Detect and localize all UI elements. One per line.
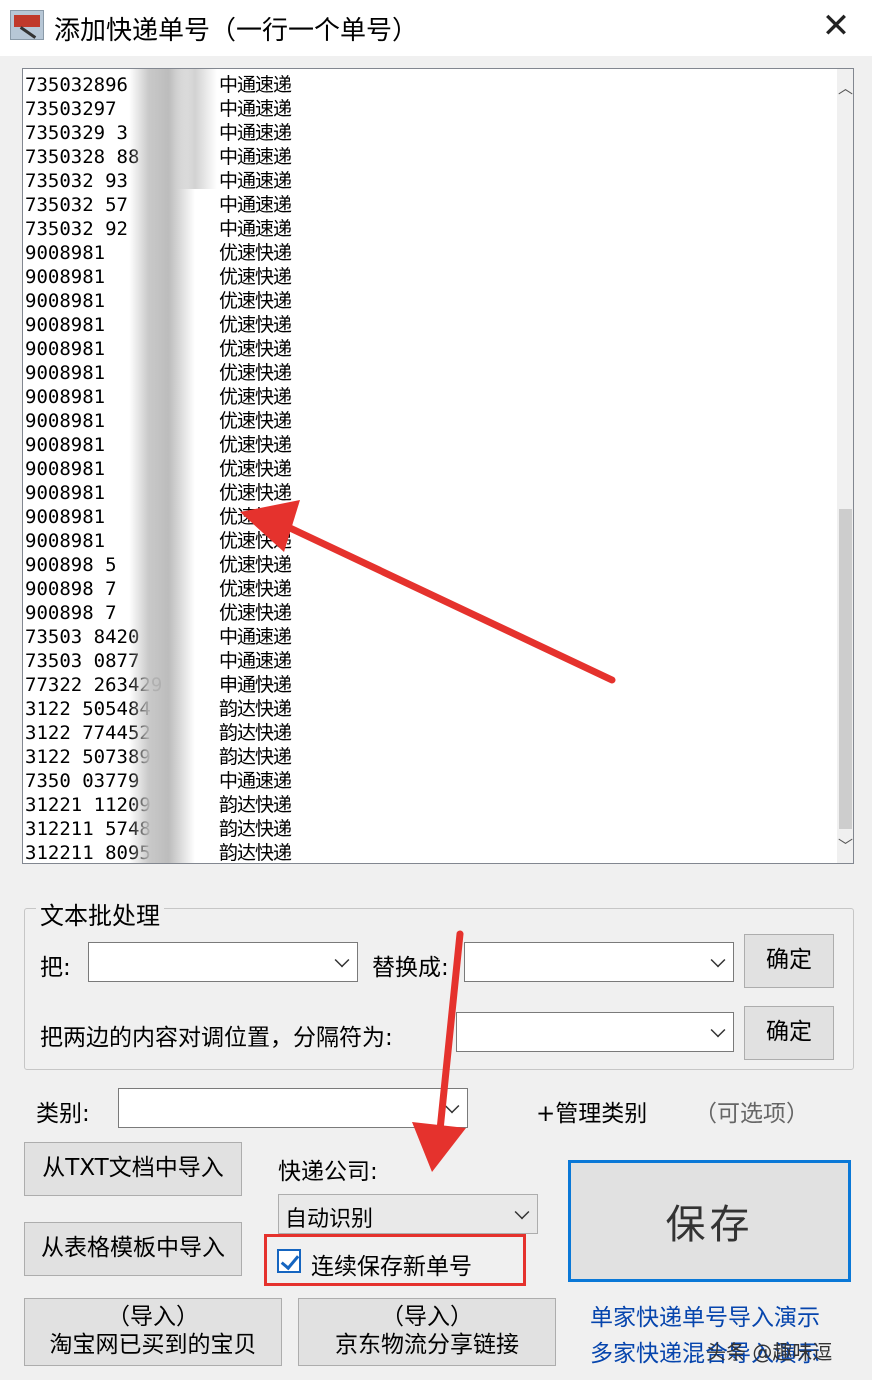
courier-name: 优速快递: [219, 242, 292, 264]
courier-name: 优速快递: [219, 290, 292, 312]
chevron-down-icon: [444, 1098, 460, 1114]
courier-name: 韵达快递: [219, 722, 292, 744]
import-jd-line2: 京东物流分享链接: [335, 1332, 519, 1358]
replace-to-label: 替换成:: [372, 955, 449, 981]
courier-name: 优速快递: [219, 482, 292, 504]
courier-name: 优速快递: [219, 458, 292, 480]
watermark: 头条 @趣味逗: [706, 1340, 833, 1364]
courier-name: 优速快递: [219, 554, 292, 576]
replace-from-combo[interactable]: [88, 942, 358, 982]
vertical-scrollbar[interactable]: ︿ ﹀: [837, 69, 853, 863]
courier-name: 申通快递: [219, 674, 292, 696]
courier-name: 韵达快递: [219, 794, 292, 816]
courier-name: 中通速递: [219, 170, 292, 192]
courier-name: 中通速递: [219, 74, 292, 96]
scroll-up-icon[interactable]: ︿: [837, 77, 853, 99]
courier-name: 中通速递: [219, 98, 292, 120]
courier-name: 中通速递: [219, 194, 292, 216]
chevron-down-icon: [710, 952, 726, 968]
tracking-number-list[interactable]: 735032896 中通速递 73503297 中通速递 7350329 3 中通速递 73…: [22, 68, 854, 864]
privacy-blur: [173, 69, 217, 189]
single-import-demo-link[interactable]: 单家快递单号导入演示: [590, 1298, 820, 1332]
window-title: 添加快递单号（一行一个单号）: [54, 16, 419, 46]
import-jd-line1: （导入）: [381, 1304, 473, 1331]
courier-name: 优速快递: [219, 506, 292, 528]
swap-label: 把两边的内容对调位置，分隔符为:: [40, 1025, 393, 1051]
category-label: 类别:: [36, 1101, 90, 1127]
optional-hint: （可选项）: [694, 1101, 809, 1127]
courier-name: 中通速递: [219, 122, 292, 144]
courier-name: 韵达快递: [219, 746, 292, 768]
courier-name: 优速快递: [219, 266, 292, 288]
import-table-button[interactable]: 从表格模板中导入: [24, 1222, 242, 1276]
courier-name: 优速快递: [219, 314, 292, 336]
import-txt-button[interactable]: 从TXT文档中导入: [24, 1142, 242, 1196]
batch-group-title: 文本批处理: [36, 896, 164, 931]
continuous-save-label[interactable]: 连续保存新单号: [311, 1247, 472, 1281]
chevron-down-icon: [514, 1204, 530, 1220]
courier-name: 韵达快递: [219, 842, 292, 864]
separator-combo[interactable]: [456, 1012, 734, 1052]
courier-name: 中通速递: [219, 146, 292, 168]
replace-to-combo[interactable]: [464, 942, 734, 982]
courier-name: 韵达快递: [219, 818, 292, 840]
category-combo[interactable]: [118, 1088, 468, 1128]
courier-name: 中通速递: [219, 650, 292, 672]
courier-name: 韵达快递: [219, 698, 292, 720]
courier-name: 中通速递: [219, 626, 292, 648]
chevron-down-icon: [710, 1022, 726, 1038]
courier-name: 优速快递: [219, 338, 292, 360]
courier-name: 中通速递: [219, 218, 292, 240]
close-button[interactable]: ✕: [812, 6, 860, 46]
import-taobao-button[interactable]: （导入） 淘宝网已买到的宝贝: [24, 1298, 282, 1366]
continuous-save-checkbox[interactable]: [277, 1249, 301, 1273]
courier-name: 优速快递: [219, 386, 292, 408]
scroll-thumb[interactable]: [839, 509, 852, 829]
manage-category-link[interactable]: +管理类别: [536, 1094, 647, 1128]
import-jd-button[interactable]: （导入） 京东物流分享链接: [298, 1298, 556, 1366]
courier-name: 优速快递: [219, 362, 292, 384]
import-taobao-line2: 淘宝网已买到的宝贝: [49, 1332, 257, 1358]
courier-name: 优速快递: [219, 602, 292, 624]
courier-label: 快递公司:: [278, 1159, 378, 1185]
app-icon: [10, 10, 44, 40]
courier-name: 优速快递: [219, 410, 292, 432]
courier-select[interactable]: 自动识别: [278, 1194, 538, 1234]
courier-name: 中通速递: [219, 770, 292, 792]
title-bar: 添加快递单号（一行一个单号） ✕: [0, 0, 872, 56]
import-taobao-line1: （导入）: [107, 1304, 199, 1331]
confirm-replace-button[interactable]: 确定: [744, 934, 834, 988]
confirm-swap-button[interactable]: 确定: [744, 1006, 834, 1060]
courier-name: 优速快递: [219, 434, 292, 456]
chevron-down-icon: [334, 952, 350, 968]
replace-from-label: 把:: [40, 955, 71, 981]
courier-name: 优速快递: [219, 578, 292, 600]
courier-selected-value: 自动识别: [285, 1207, 374, 1232]
scroll-down-icon[interactable]: ﹀: [837, 835, 853, 857]
courier-name: 优速快递: [219, 530, 292, 552]
continuous-save-highlight: 连续保存新单号: [264, 1234, 526, 1286]
save-button[interactable]: 保存: [568, 1160, 851, 1282]
